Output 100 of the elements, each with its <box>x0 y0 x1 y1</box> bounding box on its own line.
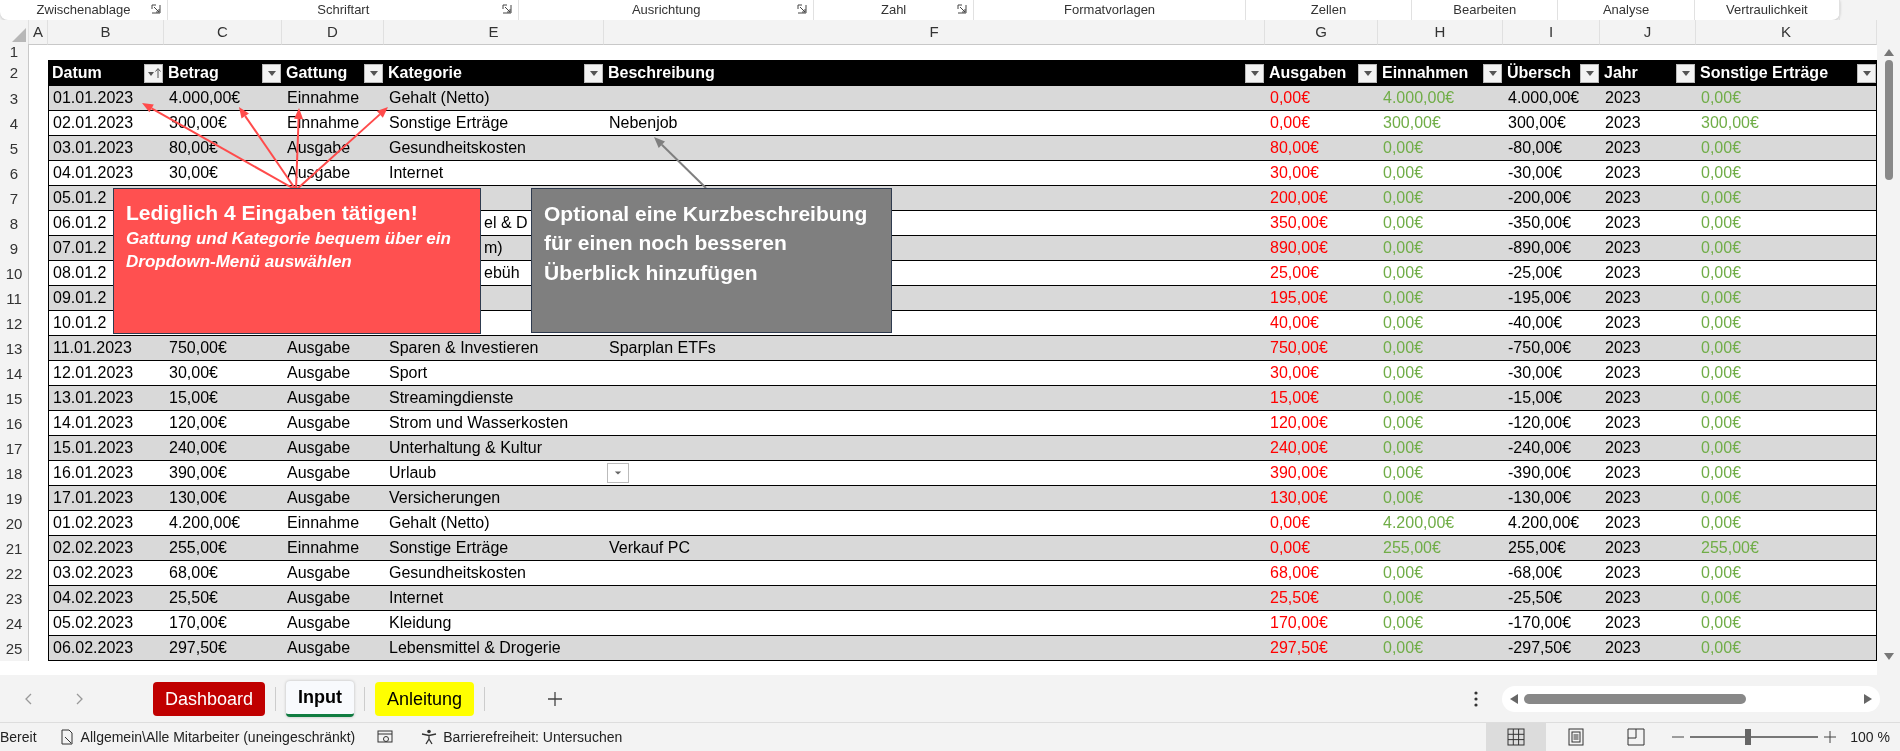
table-cell: -80,00€ <box>1508 139 1563 156</box>
column-header[interactable]: I <box>1503 20 1600 45</box>
table-cell: 0,00€ <box>1701 239 1742 256</box>
row-header[interactable]: 21 <box>0 536 29 561</box>
ribbon-group-label: Zahl <box>880 2 907 18</box>
column-header[interactable]: J <box>1600 20 1696 45</box>
table-cell: -40,00€ <box>1508 314 1563 331</box>
dialog-launcher-icon[interactable] <box>151 4 162 14</box>
table-cell: 07.01.2 <box>53 239 107 256</box>
page-break-icon <box>1627 728 1646 746</box>
filter-button[interactable] <box>1676 63 1695 83</box>
column-header[interactable]: G <box>1265 20 1378 45</box>
table-cell: 0,00€ <box>1383 389 1424 406</box>
table-cell: Gehalt (Netto) <box>389 89 490 106</box>
table-cell: Versicherungen <box>389 489 501 506</box>
scrollbar-thumb[interactable] <box>1524 693 1746 704</box>
column-title: Einnahmen <box>1382 64 1469 82</box>
filter-button[interactable] <box>1580 63 1599 83</box>
table-cell: 255,00€ <box>1383 539 1441 556</box>
sensitivity-label[interactable]: Allgemein\Alle Mitarbeiter (uneingeschränkt) <box>80 729 356 745</box>
table-cell: 2023 <box>1605 214 1641 231</box>
table-cell: -68,00€ <box>1508 564 1563 581</box>
sheet-tab[interactable]: Dashboard <box>153 681 266 716</box>
add-icon[interactable] <box>547 690 564 707</box>
slider-thumb[interactable] <box>1744 729 1751 745</box>
column-header[interactable]: C <box>164 20 282 45</box>
filter-button[interactable] <box>1358 63 1377 83</box>
dialog-launcher-icon[interactable] <box>957 4 968 14</box>
scroll-up-icon[interactable] <box>1883 48 1894 56</box>
table-cell: Ausgabe <box>287 464 351 481</box>
column-header[interactable]: D <box>282 20 384 45</box>
column-header[interactable]: A <box>29 20 48 45</box>
column-header[interactable]: B <box>48 20 164 45</box>
row-header[interactable]: 7 <box>0 186 29 211</box>
accessibility-status[interactable]: Barrierefreiheit: Untersuchen <box>443 729 623 745</box>
table-cell: 80,00€ <box>1270 139 1319 156</box>
row-header[interactable]: 23 <box>0 586 29 611</box>
row-header[interactable]: 3 <box>0 86 29 111</box>
dialog-launcher-icon[interactable] <box>502 4 513 14</box>
table-cell: 30,00€ <box>169 164 218 181</box>
table-cell: 0,00€ <box>1383 339 1424 356</box>
column-header[interactable]: H <box>1378 20 1503 45</box>
row-header[interactable]: 20 <box>0 511 29 536</box>
row-header[interactable]: 12 <box>0 311 29 336</box>
scroll-left-icon[interactable] <box>1510 693 1518 704</box>
row-header[interactable]: 11 <box>0 286 29 311</box>
table-cell: 120,00€ <box>169 414 227 431</box>
column-header[interactable]: E <box>384 20 604 45</box>
table-cell: 10.01.2 <box>53 314 107 331</box>
sheet-tab[interactable]: Anleitung <box>375 681 475 716</box>
scroll-down-icon[interactable] <box>1883 653 1894 661</box>
row-header[interactable]: 8 <box>0 211 29 236</box>
row-header[interactable]: 24 <box>0 611 29 636</box>
row-header[interactable]: 10 <box>0 261 29 286</box>
row-header[interactable]: 1 <box>0 44 29 60</box>
row-header[interactable]: 14 <box>0 361 29 386</box>
table-cell: 0,00€ <box>1701 514 1742 531</box>
sheet-tab[interactable]: Input <box>286 680 355 717</box>
row-header[interactable]: 18 <box>0 461 29 486</box>
row-header[interactable]: 9 <box>0 236 29 261</box>
display-settings-icon[interactable] <box>377 729 394 745</box>
row-header[interactable]: 16 <box>0 411 29 436</box>
column-title: Sonstige Erträge <box>1700 64 1829 82</box>
row-header[interactable]: 2 <box>0 60 29 86</box>
row-header[interactable]: 25 <box>0 636 29 661</box>
table-cell: 02.01.2023 <box>53 114 134 131</box>
sort-ascending-icon <box>146 67 161 79</box>
ribbon-group-label: Zwischenablage <box>36 2 131 18</box>
table-cell: Ausgabe <box>287 614 351 631</box>
more-options-icon[interactable] <box>1474 690 1478 707</box>
filter-button[interactable] <box>262 63 281 83</box>
filter-button[interactable] <box>1245 63 1264 83</box>
table-cell: 750,00€ <box>1270 339 1328 356</box>
accessibility-icon[interactable] <box>421 729 438 745</box>
row-header[interactable]: 19 <box>0 486 29 511</box>
filter-button[interactable] <box>1483 63 1502 83</box>
filter-button[interactable] <box>584 63 603 83</box>
row-header[interactable]: 5 <box>0 136 29 161</box>
page-layout-icon <box>1567 728 1586 746</box>
row-header[interactable]: 6 <box>0 161 29 186</box>
zoom-in-icon[interactable] <box>1824 731 1837 743</box>
table-cell: -390,00€ <box>1508 464 1572 481</box>
dialog-launcher-icon[interactable] <box>797 4 807 14</box>
tag-icon[interactable] <box>58 729 75 745</box>
filter-button[interactable] <box>364 63 383 83</box>
row-header[interactable]: 15 <box>0 386 29 411</box>
table-cell: 890,00€ <box>1270 239 1328 256</box>
column-header[interactable]: F <box>604 20 1265 45</box>
zoom-level[interactable]: 100 % <box>1850 729 1890 745</box>
view-button[interactable] <box>1486 723 1547 751</box>
row-header[interactable]: 22 <box>0 561 29 586</box>
table-cell: 750,00€ <box>169 339 227 356</box>
filter-button[interactable] <box>1857 63 1876 83</box>
sort-filter-button[interactable] <box>144 63 163 83</box>
row-header[interactable]: 17 <box>0 436 29 461</box>
scroll-right-icon[interactable] <box>1864 693 1872 704</box>
scrollbar-thumb[interactable] <box>1884 60 1893 180</box>
row-header[interactable]: 4 <box>0 111 29 136</box>
row-header[interactable]: 13 <box>0 336 29 361</box>
table-cell: 300,00€ <box>1701 114 1759 131</box>
